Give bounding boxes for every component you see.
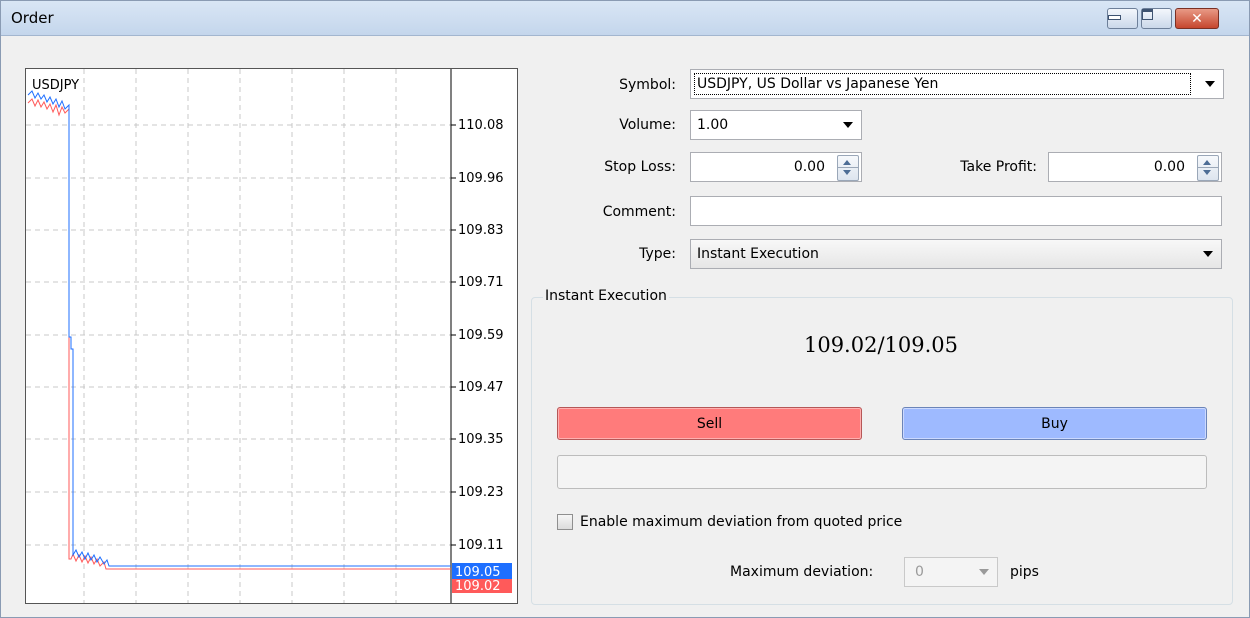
max-deviation-checkbox-label[interactable]: Enable maximum deviation from quoted pri…: [580, 514, 902, 530]
comment-label: Comment:: [602, 204, 676, 220]
pips-label: pips: [1010, 564, 1039, 580]
stop-loss-value: 0.00: [793, 159, 825, 175]
buy-button[interactable]: Buy: [902, 407, 1207, 440]
chart-canvas: USDJPY 110.08 109.96 109.83 109.71 109.5…: [26, 69, 512, 603]
volume-label: Volume:: [619, 117, 676, 133]
price-tick: 109.11: [458, 538, 504, 553]
symbol-label: Symbol:: [619, 77, 676, 93]
type-label: Type:: [639, 246, 676, 262]
take-profit-field[interactable]: 0.00: [1048, 152, 1222, 182]
symbol-value: USDJPY, US Dollar vs Japanese Yen: [697, 76, 939, 92]
price-chart: USDJPY 110.08 109.96 109.83 109.71 109.5…: [25, 68, 518, 604]
price-axis-ticks: [451, 124, 456, 546]
take-profit-label: Take Profit:: [960, 159, 1037, 175]
symbol-select[interactable]: USDJPY, US Dollar vs Japanese Yen: [690, 69, 1224, 99]
chevron-down-icon: [1205, 81, 1215, 87]
chevron-down-icon: [979, 569, 989, 575]
close-icon: ✕: [1191, 10, 1203, 27]
chart-grid: [26, 69, 451, 603]
maximize-icon: [1142, 9, 1153, 20]
window-title: Order: [11, 9, 54, 27]
take-profit-value: 0.00: [1153, 159, 1185, 175]
max-deviation-checkbox[interactable]: [557, 514, 573, 530]
price-tick: 109.47: [458, 380, 504, 395]
minimize-icon: [1108, 15, 1121, 20]
bid-price-label: 109.02: [455, 579, 501, 594]
maximize-button[interactable]: [1141, 8, 1172, 29]
title-bar[interactable]: Order ✕: [1, 1, 1249, 36]
minimize-button[interactable]: [1107, 8, 1138, 29]
chart-symbol-label: USDJPY: [32, 78, 79, 93]
spin-down-icon: [1203, 170, 1211, 175]
chevron-down-icon: [1203, 251, 1213, 257]
max-deviation-label: Maximum deviation:: [730, 564, 874, 580]
comment-input[interactable]: [690, 196, 1222, 226]
price-tick: 109.59: [458, 328, 504, 343]
type-value: Instant Execution: [697, 246, 819, 262]
stop-loss-label: Stop Loss:: [604, 159, 676, 175]
price-tick: 109.35: [458, 432, 504, 447]
price-tick: 109.71: [458, 275, 504, 290]
price-tick: 109.83: [458, 223, 504, 238]
execution-status-bar: [557, 455, 1207, 489]
bid-ask-quote: 109.02/109.05: [803, 333, 959, 357]
volume-value: 1.00: [697, 117, 729, 133]
type-select[interactable]: Instant Execution: [690, 239, 1222, 269]
price-tick: 109.23: [458, 485, 504, 500]
instant-execution-group-label: Instant Execution: [543, 288, 669, 304]
volume-select[interactable]: 1.00: [690, 110, 862, 140]
spin-up-icon: [1203, 160, 1211, 165]
close-button[interactable]: ✕: [1175, 8, 1219, 29]
sell-button[interactable]: Sell: [557, 407, 862, 440]
take-profit-spinner[interactable]: [1197, 155, 1219, 181]
chevron-down-icon: [843, 122, 853, 128]
ask-price-label: 109.05: [455, 565, 501, 580]
max-deviation-value: 0: [915, 564, 924, 580]
max-deviation-select[interactable]: 0: [904, 557, 998, 587]
